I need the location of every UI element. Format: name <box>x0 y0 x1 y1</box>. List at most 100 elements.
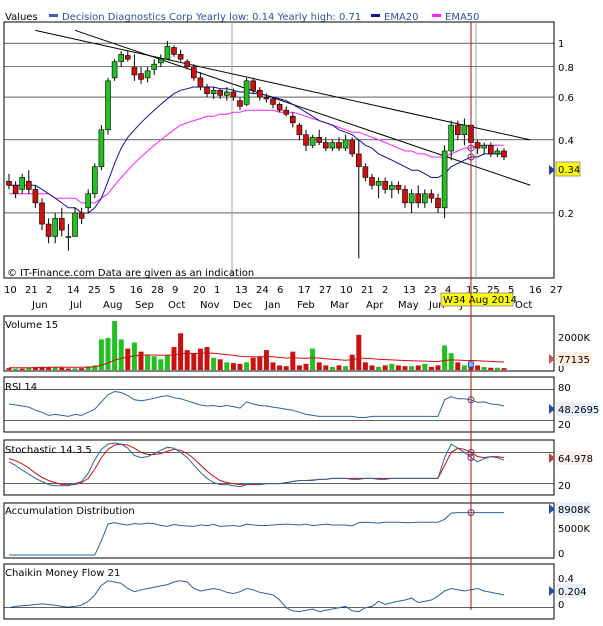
candle-body <box>250 80 256 91</box>
volume-bar <box>138 351 144 370</box>
volume-bar <box>389 363 395 370</box>
candle-body <box>12 184 19 195</box>
volume-bar <box>409 366 415 370</box>
volume-bar <box>494 367 500 370</box>
volume-bar <box>250 357 256 370</box>
volume-bar <box>448 353 454 370</box>
chaikin-title: Chaikin Money Flow 21 <box>5 568 120 579</box>
price-tick-label: 0.4 <box>558 136 574 147</box>
price-tick-label: 0.8 <box>558 63 574 74</box>
cursor-volume-marker <box>468 361 474 368</box>
candle-body <box>349 139 356 155</box>
stochastic-tick-20: 20 <box>558 481 571 492</box>
ema50-polyline <box>9 109 504 204</box>
candle-body <box>487 144 494 155</box>
x-tick-month: Feb <box>297 300 315 311</box>
volume-bar <box>376 366 382 370</box>
accumulation-panel: Accumulation Distribution 5000K 0 8908K <box>3 502 590 560</box>
x-tick-month: Nov <box>200 300 220 311</box>
candle-body <box>402 189 408 204</box>
candle-body <box>322 142 329 149</box>
candle-body <box>435 197 441 209</box>
accumulation-title: Accumulation Distribution <box>5 506 135 517</box>
candle-body <box>144 70 151 79</box>
candle-body <box>32 189 39 204</box>
candle-body <box>243 80 250 105</box>
chaikin-last-value: 0.204 <box>558 587 587 598</box>
candle-body <box>289 116 296 124</box>
candle-body <box>197 77 204 88</box>
candle-body <box>118 54 124 62</box>
candle-body <box>125 55 131 60</box>
chart-stage: Values Decision Diagnostics Corp Yearly … <box>0 0 603 622</box>
candle-body <box>395 184 402 190</box>
candle-body <box>58 218 65 231</box>
candle-body <box>204 86 210 94</box>
candle-body <box>283 109 290 115</box>
candle-body <box>375 181 382 186</box>
candle-body <box>98 129 105 168</box>
volume-bar <box>105 337 111 370</box>
volume-bar <box>475 365 481 370</box>
x-tick-day: 16 <box>529 285 542 296</box>
x-tick-day: 2 <box>46 285 52 296</box>
candle-body <box>158 58 164 64</box>
candle-body <box>369 177 375 186</box>
x-tick-day: 1 <box>214 285 220 296</box>
volume-bar <box>336 365 342 370</box>
volume-bar <box>204 347 210 370</box>
x-tick-day: 21 <box>361 285 374 296</box>
volume-bar <box>303 363 309 370</box>
ema50-line <box>9 109 504 204</box>
candle-body <box>131 66 138 76</box>
ema50-legend-swatch <box>432 14 441 17</box>
volume-bar <box>158 359 164 370</box>
volume-bar <box>402 366 408 370</box>
x-tick-month: Jun <box>31 300 48 311</box>
candle-body <box>303 134 309 146</box>
volume-bar <box>112 321 118 370</box>
volume-bar <box>428 366 434 370</box>
x-tick-month: Mar <box>330 300 350 311</box>
symbol-name: Decision Diagnostics Corp <box>62 12 193 23</box>
x-tick-month: Dec <box>233 300 252 311</box>
candlesticks <box>6 41 507 259</box>
volume-bar <box>72 368 78 370</box>
candle-body <box>92 166 98 195</box>
candle-body <box>276 104 283 111</box>
candle-body <box>309 136 316 146</box>
candle-body <box>316 136 323 143</box>
candle-body <box>494 150 501 155</box>
candle-body <box>72 212 78 237</box>
stochastic-panel: Stochastic 14.3.5 80 20 64.978 <box>3 439 593 496</box>
volume-panel: Volume 15 2000K 0 77135 <box>3 315 591 375</box>
volume-bar <box>79 368 85 370</box>
candle-body <box>85 193 91 209</box>
x-tick-month: Apr <box>366 300 384 311</box>
volume-bar <box>415 365 421 370</box>
x-tick-day: 9 <box>172 285 178 296</box>
candle-body <box>454 124 461 136</box>
volume-bar <box>164 354 170 370</box>
accumulation-last-value: 8908K <box>558 505 590 516</box>
ema50-legend-label: EMA50 <box>445 12 480 23</box>
volume-bar <box>237 363 243 370</box>
candle-body <box>105 80 111 131</box>
trendline <box>74 29 531 186</box>
candle-body <box>270 98 276 105</box>
stock-chart: Values Decision Diagnostics Corp Yearly … <box>3 12 599 620</box>
volume-bar <box>257 356 263 370</box>
ema20-legend-swatch <box>371 14 380 17</box>
candle-body <box>501 150 507 158</box>
candle-body <box>448 124 455 152</box>
volume-bar <box>296 365 302 370</box>
volume-bar <box>59 367 65 370</box>
price-tick-label: 1 <box>558 39 564 50</box>
volume-title: Volume 15 <box>5 320 58 331</box>
volume-bar <box>283 366 289 370</box>
volume-bar <box>197 348 203 370</box>
chaikin-tick-04: 0.4 <box>558 574 574 585</box>
x-tick-month: Oct <box>515 300 532 311</box>
volume-bar <box>224 362 230 370</box>
candle-body <box>441 150 448 209</box>
